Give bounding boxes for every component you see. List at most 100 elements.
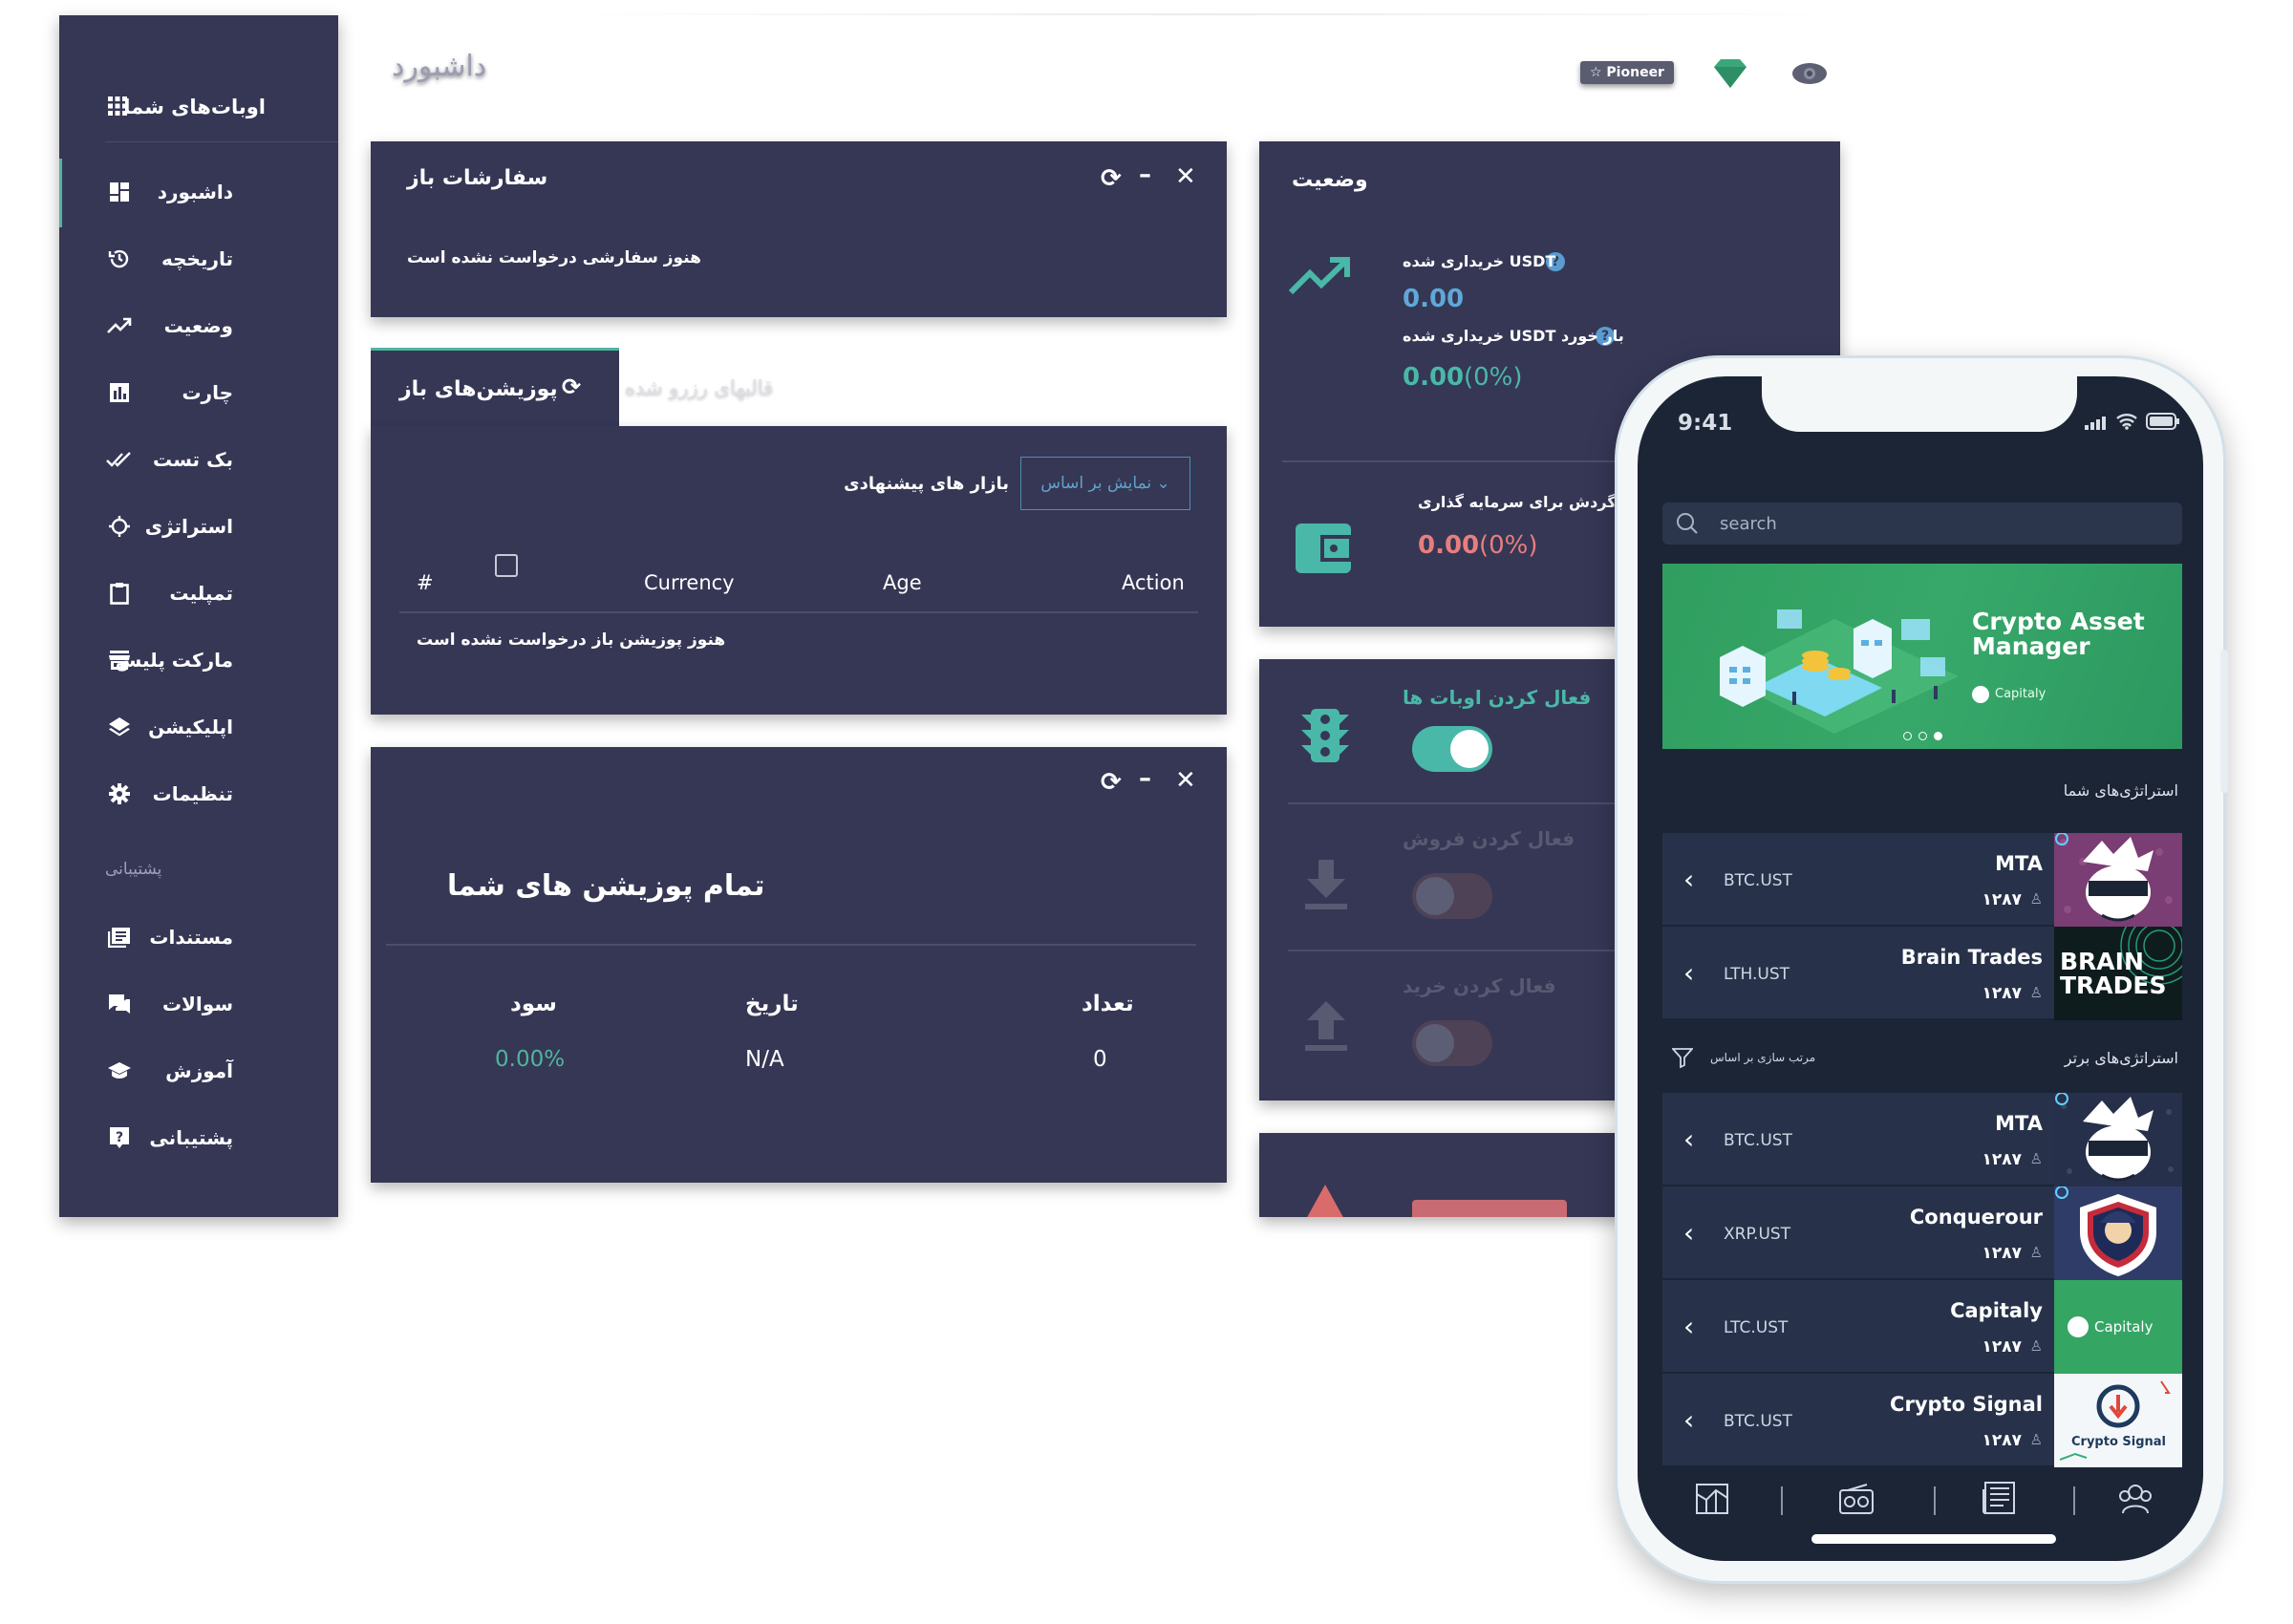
sidebar-item-backtest[interactable]: بک تست bbox=[59, 436, 338, 483]
strategy-user-count: ۱۲۸۷ bbox=[1982, 1337, 2022, 1357]
sidebar-divider bbox=[105, 141, 338, 142]
sidebar-item-application[interactable]: اپلیکیشن bbox=[59, 703, 338, 751]
filter-button-label: ⌄ نمایش بر اساس bbox=[1040, 474, 1170, 493]
nav-separator bbox=[1781, 1486, 1783, 1515]
carousel-dot[interactable] bbox=[1918, 732, 1927, 740]
eye-icon[interactable] bbox=[1790, 61, 1829, 86]
sidebar-item-marketplace[interactable]: مارکت پلیس bbox=[59, 636, 338, 684]
download-icon bbox=[1303, 858, 1349, 911]
refresh-icon[interactable]: ⟳ bbox=[562, 374, 581, 400]
refresh-icon[interactable]: ⟳ bbox=[1101, 768, 1122, 797]
all-positions-divider bbox=[386, 944, 1196, 946]
chevron-left-icon: ‹ bbox=[1683, 1123, 1695, 1155]
sidebar-item-settings[interactable]: تنظیمات bbox=[59, 770, 338, 818]
warning-bar[interactable] bbox=[1412, 1200, 1567, 1217]
strategy-row-mta[interactable]: ‹ BTC.UST MTA ۱۲۸۷ ♙ bbox=[1662, 833, 2182, 927]
map-icon[interactable] bbox=[1695, 1483, 1729, 1515]
sidebar-item-strategy[interactable]: استراتژی bbox=[59, 502, 338, 550]
chat-icon bbox=[103, 988, 136, 1020]
usdt-load-value: 0.00 bbox=[1403, 363, 1465, 392]
capitaly-logo-text: Capitaly bbox=[2094, 1318, 2154, 1336]
radio-icon[interactable] bbox=[1838, 1483, 1875, 1515]
col-currency: Currency bbox=[644, 571, 735, 594]
sidebar-item-label: بک تست bbox=[153, 448, 233, 471]
close-icon[interactable]: ✕ bbox=[1175, 766, 1196, 795]
minimize-icon[interactable]: – bbox=[1139, 764, 1151, 793]
capitaly-logo-thumb: Capitaly bbox=[2054, 1280, 2182, 1374]
filter-button[interactable]: ⌄ نمایش بر اساس bbox=[1020, 457, 1190, 510]
mta-avatar-thumb bbox=[2054, 1093, 2182, 1186]
phone-notch bbox=[1762, 376, 2077, 432]
search-icon bbox=[1676, 512, 1699, 535]
activate-sell-toggle[interactable] bbox=[1412, 873, 1492, 919]
chevron-left-icon: ‹ bbox=[1683, 1311, 1695, 1342]
refresh-icon[interactable]: ⟳ bbox=[1101, 164, 1122, 193]
carousel-dot[interactable] bbox=[1903, 732, 1912, 740]
pioneer-badge[interactable]: ☆ Pioneer bbox=[1580, 61, 1674, 84]
tab-open-positions[interactable]: پوزیشن‌های باز ⟳ bbox=[371, 348, 619, 428]
status-time: 9:41 bbox=[1678, 411, 1733, 436]
filter-funnel-icon[interactable] bbox=[1670, 1047, 1695, 1069]
sort-label[interactable]: مرتب سازی بر اساس bbox=[1710, 1051, 1815, 1064]
minimize-icon[interactable]: – bbox=[1139, 160, 1151, 189]
open-positions-panel: ⌄ نمایش بر اساس بازار های پیشنهادی # Cur… bbox=[371, 426, 1227, 715]
strategy-name: Conquerour bbox=[1909, 1206, 2043, 1229]
count-value: 0 bbox=[1093, 1047, 1107, 1072]
search-bar[interactable]: search bbox=[1662, 502, 2182, 545]
sidebar-item-docs[interactable]: مستندات bbox=[59, 913, 338, 961]
activate-buy-label: فعال کردن خرید bbox=[1403, 974, 1556, 997]
strategy-pair: LTH.UST bbox=[1724, 965, 1790, 984]
col-action: Action bbox=[1122, 571, 1185, 594]
isometric-illustration bbox=[1701, 590, 1968, 734]
conquerour-shield-thumb bbox=[2054, 1186, 2182, 1280]
invest-percent: (0%) bbox=[1479, 531, 1538, 560]
capitaly-logo-icon bbox=[1972, 686, 1989, 703]
strategy-row-brain-trades[interactable]: ‹ LTH.UST Brain Trades ۱۲۸۷ ♙ BRAIN TRAD… bbox=[1662, 927, 2182, 1020]
strategy-pair: BTC.UST bbox=[1724, 1412, 1792, 1431]
help-icon: ? bbox=[103, 1122, 136, 1154]
tab-reserved-templates[interactable]: قالبهای رزرو شده bbox=[621, 363, 793, 411]
strategy-name: Brain Trades bbox=[1900, 946, 2043, 969]
strategy-row-crypto-signal[interactable]: ‹ BTC.UST Crypto Signal ۱۲۸۷ ♙ Crypto Si… bbox=[1662, 1374, 2182, 1467]
carousel-dot-active[interactable] bbox=[1934, 732, 1942, 740]
strategy-row-conquerour[interactable]: ‹ XRP.UST Conquerour ۱۲۸۷ ♙ bbox=[1662, 1186, 2182, 1280]
strategy-row-mta[interactable]: ‹ BTC.UST MTA ۱۲۸۷ ♙ bbox=[1662, 1093, 2182, 1186]
diamond-icon[interactable] bbox=[1712, 57, 1748, 90]
chevron-left-icon: ‹ bbox=[1683, 864, 1695, 895]
phone-screen: 9:41 search Crypto Asset Manager Capital… bbox=[1638, 376, 2203, 1561]
activate-buy-toggle[interactable] bbox=[1412, 1020, 1492, 1066]
promo-banner[interactable]: Crypto Asset Manager Capitaly bbox=[1662, 564, 2182, 749]
sidebar-header[interactable]: اوبات‌های شما bbox=[59, 82, 338, 139]
sidebar-item-label: تنظیمات bbox=[152, 782, 233, 805]
sidebar-item-education[interactable]: آموزش bbox=[59, 1047, 338, 1095]
strategy-name: MTA bbox=[1995, 852, 2043, 875]
activate-bots-toggle[interactable] bbox=[1412, 726, 1492, 772]
target-icon bbox=[103, 510, 136, 543]
sidebar-item-history[interactable]: تاریخچه bbox=[59, 235, 338, 283]
sidebar-item-label: چارت bbox=[182, 381, 233, 404]
users-icon[interactable] bbox=[2117, 1483, 2154, 1515]
sidebar-item-template[interactable]: تمپلیت bbox=[59, 569, 338, 617]
search-placeholder: search bbox=[1720, 514, 1777, 534]
sidebar-item-label: سوالات bbox=[161, 993, 233, 1015]
sidebar-item-dashboard[interactable]: داشبورد bbox=[59, 168, 338, 216]
crypto-signal-thumb: Crypto Signal bbox=[2054, 1374, 2182, 1467]
sidebar-item-support[interactable]: ? پشتیبانی bbox=[59, 1114, 338, 1162]
close-icon[interactable]: ✕ bbox=[1175, 162, 1196, 191]
profit-header: سود bbox=[510, 992, 557, 1016]
wallet-icon bbox=[1294, 518, 1353, 577]
sidebar-item-chart[interactable]: چارت bbox=[59, 369, 338, 417]
chevron-left-icon: ‹ bbox=[1683, 957, 1695, 989]
newspaper-icon[interactable] bbox=[1982, 1481, 2016, 1515]
upload-icon bbox=[1303, 999, 1349, 1053]
top-strategies-heading: استراتژی‌های برتر bbox=[2064, 1049, 2178, 1067]
select-all-checkbox[interactable] bbox=[495, 554, 518, 577]
sidebar-item-faq[interactable]: سوالات bbox=[59, 980, 338, 1028]
strategy-name: MTA bbox=[1995, 1112, 2043, 1135]
history-icon bbox=[103, 243, 136, 275]
toggle-knob bbox=[1416, 877, 1454, 915]
sidebar-item-status[interactable]: وضعیت bbox=[59, 302, 338, 350]
strategy-row-capitaly[interactable]: ‹ LTC.UST Capitaly ۱۲۸۷ ♙ Capitaly bbox=[1662, 1280, 2182, 1374]
sidebar-item-label: اپلیکیشن bbox=[148, 716, 233, 738]
brain-trades-logo-thumb: BRAIN TRADES bbox=[2054, 927, 2182, 1020]
